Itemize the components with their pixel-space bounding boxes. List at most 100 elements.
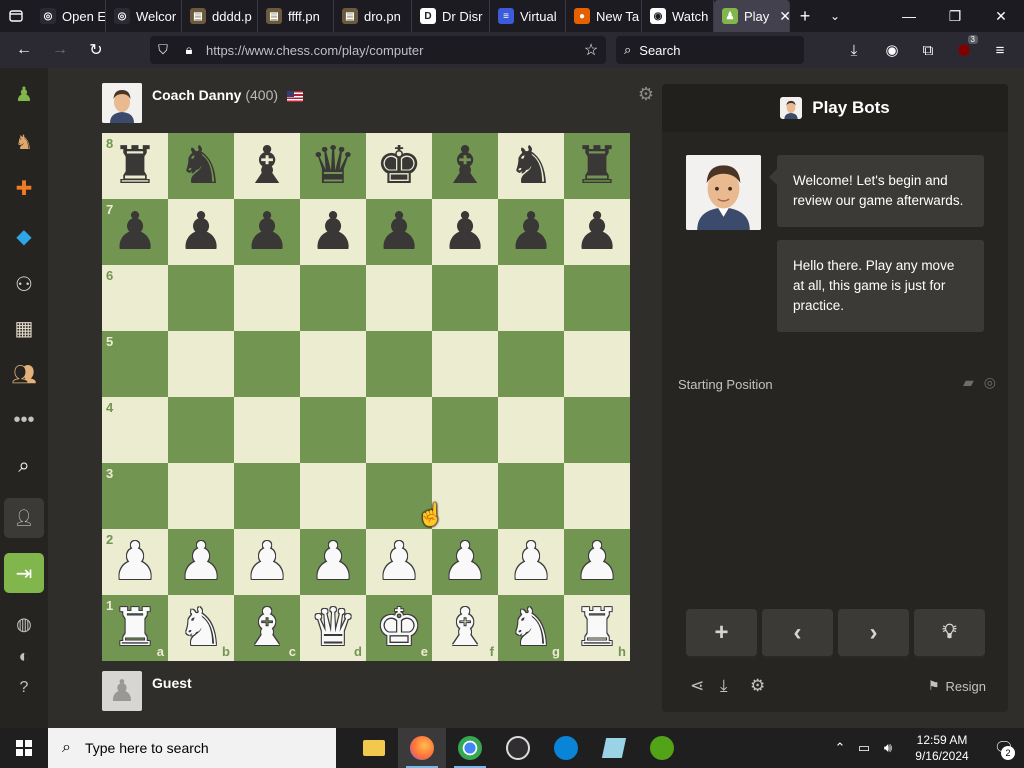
browser-tab[interactable]: ▤ dro.pn [334,0,412,32]
black-rook-piece[interactable]: ♜ [112,140,159,192]
square-b6[interactable] [168,265,234,331]
square-b7[interactable]: ♟ [168,199,234,265]
square-h1[interactable]: h ♜ [564,595,630,661]
file-explorer-taskbar-icon[interactable] [350,728,398,768]
volume-icon[interactable]: 🔊︎ [876,740,900,756]
square-g6[interactable] [498,265,564,331]
black-pawn-piece[interactable]: ♟ [310,206,357,258]
white-pawn-piece[interactable]: ♟ [244,536,291,588]
opponent-name[interactable]: Coach Danny (400) [152,83,303,103]
white-pawn-piece[interactable]: ♟ [442,536,489,588]
extensions-icon[interactable]: ⧉ [910,32,946,68]
sign-up-button[interactable]: 👤︎ [4,498,44,538]
white-pawn-piece[interactable]: ♟ [574,536,621,588]
minimize-button[interactable]: — [886,0,932,32]
lock-icon[interactable]: 🔒︎ [176,42,202,58]
reload-button[interactable]: ↻ [78,32,114,68]
square-g1[interactable]: g ♞ [498,595,564,661]
network-icon[interactable]: ▭ [852,740,876,756]
browser-tab[interactable]: ▤ ffff.pn [258,0,334,32]
tab-list-button[interactable] [0,0,32,32]
help-icon[interactable]: ? [4,670,44,706]
square-a1[interactable]: 1 a ♜ [102,595,168,661]
square-f1[interactable]: f ♝ [432,595,498,661]
help-taskbar-icon[interactable] [542,728,590,768]
black-pawn-piece[interactable]: ♟ [442,206,489,258]
black-bishop-piece[interactable]: ♝ [244,140,291,192]
browser-tab[interactable]: ◎ Open E [32,0,106,32]
white-pawn-piece[interactable]: ♟ [310,536,357,588]
white-knight-piece[interactable]: ♞ [178,602,225,654]
square-f5[interactable] [432,331,498,397]
square-d5[interactable] [300,331,366,397]
white-bishop-piece[interactable]: ♝ [442,602,489,654]
close-tab-icon[interactable]: ✕ [779,8,789,25]
back-button[interactable]: ← [6,32,42,68]
browser-tab[interactable]: ≡ Virtual [490,0,566,32]
square-e5[interactable] [366,331,432,397]
square-g7[interactable]: ♟ [498,199,564,265]
app-taskbar-icon[interactable] [590,728,638,768]
puzzles-icon[interactable]: ♞ [4,124,44,160]
square-f6[interactable] [432,265,498,331]
browser-tab[interactable]: ♟ Play ✕ [714,0,790,32]
square-c8[interactable]: ♝ [234,133,300,199]
chevron-up-icon[interactable]: ⌃ [828,740,852,756]
learn-cube-icon[interactable]: ◆ [4,218,44,254]
tracking-shield-icon[interactable]: ⛉ [150,42,176,58]
start-button[interactable] [0,728,48,768]
forward-button[interactable]: → [42,32,78,68]
taskbar-search-box[interactable]: ⌕ Type here to search [48,728,336,768]
square-b2[interactable]: ♟ [168,529,234,595]
puzzle-piece-icon[interactable]: ✚ [4,170,44,206]
square-b8[interactable]: ♞ [168,133,234,199]
watch-binoculars-icon[interactable]: ⚇ [4,266,44,302]
more-icon[interactable]: ••• [4,402,44,438]
black-knight-piece[interactable]: ♞ [178,140,225,192]
black-pawn-piece[interactable]: ♟ [244,206,291,258]
square-h4[interactable] [564,397,630,463]
address-bar[interactable]: ⛉ 🔒︎ https://www.chess.com/play/computer… [150,36,606,64]
square-e4[interactable] [366,397,432,463]
social-people-icon[interactable]: 👥︎ [4,356,44,392]
white-rook-piece[interactable]: ♜ [112,602,159,654]
square-g8[interactable]: ♞ [498,133,564,199]
square-b5[interactable] [168,331,234,397]
square-h5[interactable] [564,331,630,397]
clock[interactable]: 12:59 AM 9/16/2024 [900,732,984,764]
white-pawn-piece[interactable]: ♟ [178,536,225,588]
square-a7[interactable]: 7 ♟ [102,199,168,265]
url-text[interactable]: https://www.chess.com/play/computer [202,43,576,58]
white-queen-piece[interactable]: ♛ [310,602,357,654]
square-a5[interactable]: 5 [102,331,168,397]
menu-icon[interactable]: ≡ [982,32,1018,68]
square-h6[interactable] [564,265,630,331]
square-e6[interactable] [366,265,432,331]
notification-center-button[interactable]: 🗨︎ 2 [984,728,1024,768]
ublock-icon[interactable]: ⬢ 3 [946,32,982,68]
browser-tab[interactable]: ◎ Welcor [106,0,182,32]
next-move-button[interactable]: › [838,609,909,656]
news-icon[interactable]: ▦ [4,310,44,346]
search-icon[interactable]: ⌕ [4,448,44,484]
black-bishop-piece[interactable]: ♝ [442,140,489,192]
square-e2[interactable]: ♟ [366,529,432,595]
square-d1[interactable]: d ♛ [300,595,366,661]
square-h7[interactable]: ♟ [564,199,630,265]
share-icon[interactable]: ⋖ [690,676,720,696]
square-g4[interactable] [498,397,564,463]
square-a8[interactable]: 8 ♜ [102,133,168,199]
black-pawn-piece[interactable]: ♟ [112,206,159,258]
white-pawn-piece[interactable]: ♟ [112,536,159,588]
square-a3[interactable]: 3 [102,463,168,529]
settings-gear-icon[interactable]: ⚙ [750,676,780,696]
log-in-button[interactable]: ⇥ [4,553,44,593]
utorrent-taskbar-icon[interactable] [638,728,686,768]
opponent-avatar[interactable] [102,83,142,123]
square-h3[interactable] [564,463,630,529]
square-g5[interactable] [498,331,564,397]
black-pawn-piece[interactable]: ♟ [574,206,621,258]
white-pawn-piece[interactable]: ♟ [508,536,555,588]
square-g3[interactable] [498,463,564,529]
square-b3[interactable] [168,463,234,529]
